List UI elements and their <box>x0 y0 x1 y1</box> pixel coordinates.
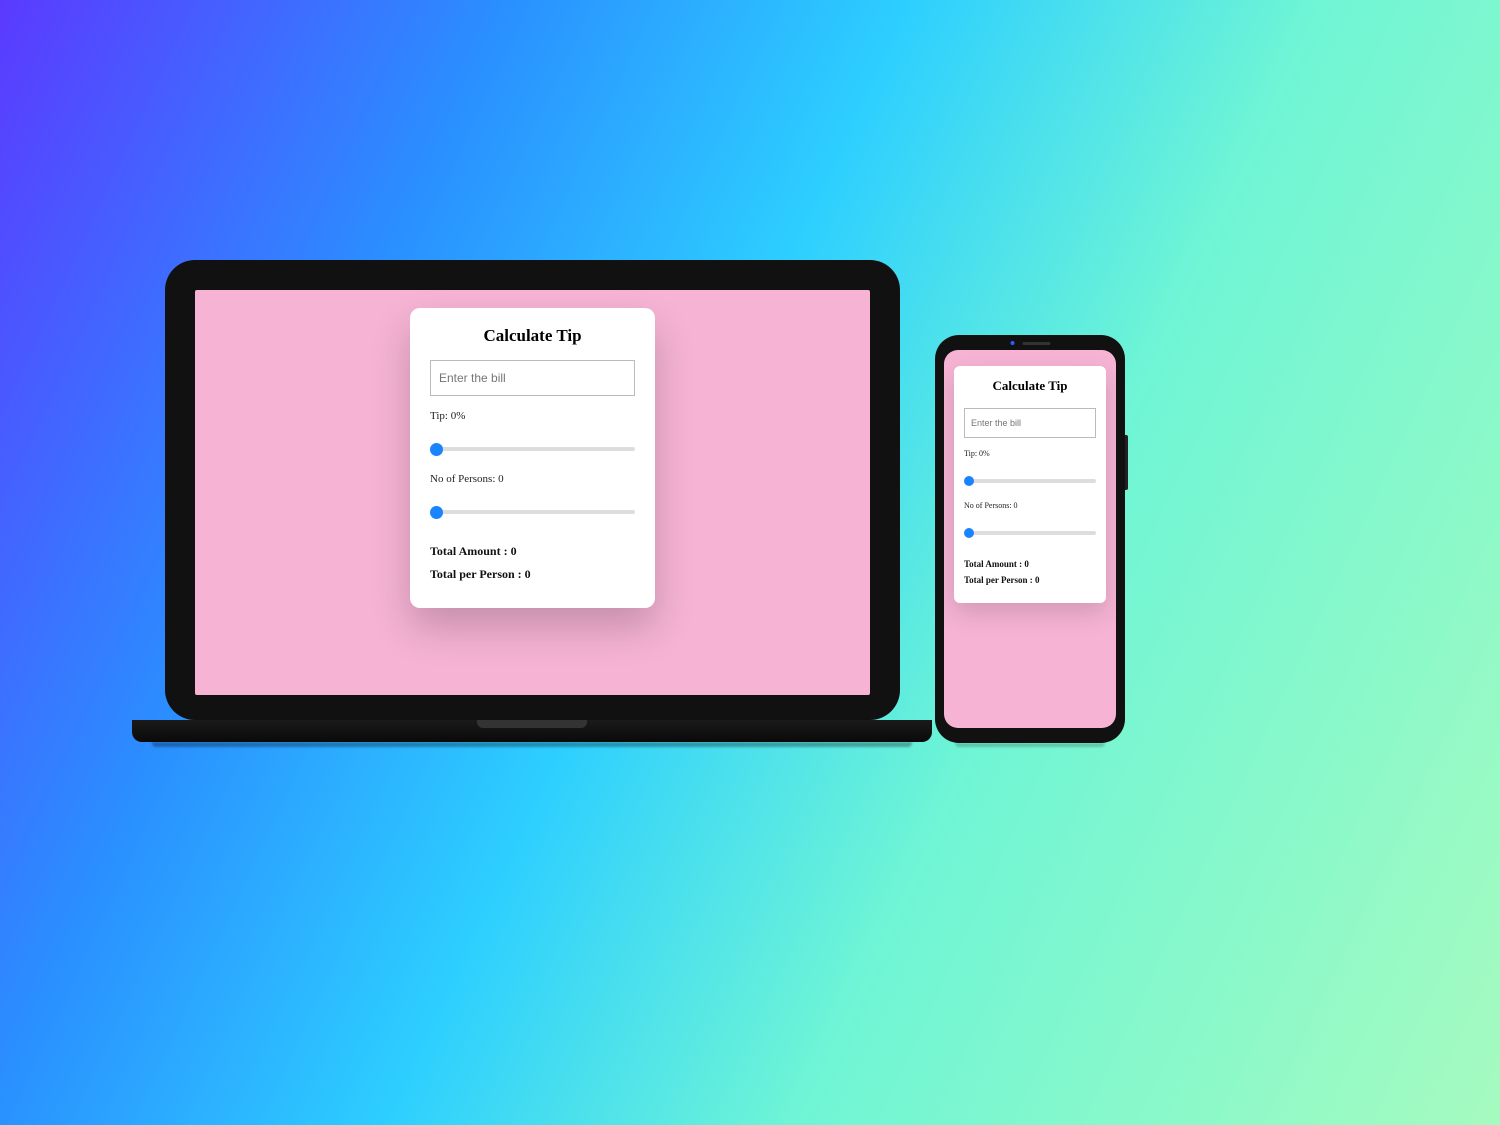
tip-percent-label: Tip: 0% <box>964 449 1096 458</box>
card-title: Calculate Tip <box>964 378 1096 394</box>
laptop-screen: Calculate Tip Tip: 0% No of Persons: 0 T… <box>195 290 870 695</box>
tip-percent-label: Tip: 0% <box>430 410 635 422</box>
phone-bezel: Calculate Tip Tip: 0% No of Persons: 0 T… <box>935 335 1125 743</box>
phone-mockup: Calculate Tip Tip: 0% No of Persons: 0 T… <box>935 335 1125 747</box>
persons-slider[interactable] <box>430 510 635 514</box>
persons-label: No of Persons: 0 <box>964 501 1096 510</box>
laptop-bezel: Calculate Tip Tip: 0% No of Persons: 0 T… <box>165 260 900 720</box>
phone-shadow <box>955 743 1105 747</box>
phone-camera-icon <box>1010 341 1014 345</box>
laptop-mockup: Calculate Tip Tip: 0% No of Persons: 0 T… <box>165 260 932 747</box>
tip-calculator-card: Calculate Tip Tip: 0% No of Persons: 0 T… <box>954 366 1106 603</box>
bill-input[interactable] <box>430 360 635 396</box>
total-per-person-result: Total per Person : 0 <box>964 575 1096 585</box>
card-title: Calculate Tip <box>430 326 635 346</box>
laptop-shadow <box>152 742 912 747</box>
total-amount-result: Total Amount : 0 <box>430 544 635 559</box>
persons-label: No of Persons: 0 <box>430 473 635 485</box>
laptop-base <box>132 720 932 742</box>
total-amount-result: Total Amount : 0 <box>964 559 1096 569</box>
tip-slider[interactable] <box>430 447 635 451</box>
persons-slider[interactable] <box>964 531 1096 535</box>
phone-speaker-icon <box>1022 342 1050 345</box>
total-per-person-result: Total per Person : 0 <box>430 567 635 582</box>
phone-notch <box>1008 341 1053 345</box>
phone-screen: Calculate Tip Tip: 0% No of Persons: 0 T… <box>944 350 1116 728</box>
tip-slider[interactable] <box>964 479 1096 483</box>
bill-input[interactable] <box>964 408 1096 438</box>
tip-calculator-card: Calculate Tip Tip: 0% No of Persons: 0 T… <box>410 308 655 608</box>
